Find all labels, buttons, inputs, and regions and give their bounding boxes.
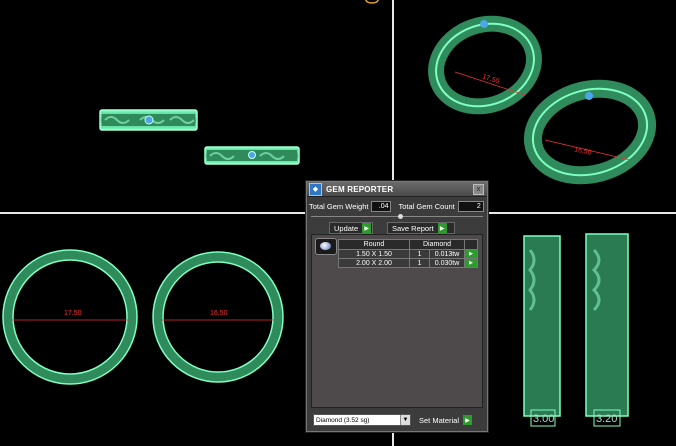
gem-size: 2.00 X 2.00 [338,258,410,268]
chevron-down-icon: ▼ [400,415,410,425]
set-material-button[interactable]: Set Material ▶ [417,415,473,425]
save-report-arrow-icon: ▶ [437,223,447,233]
total-count-field[interactable]: 2 [457,201,484,212]
total-weight-field[interactable]: .04 [371,201,392,212]
panel-footer: Diamond (3.52 sg) ▼ Set Material ▶ [313,414,473,426]
column-header-diamond: Diamond [409,239,465,250]
top-width-1: 3.00 [533,413,555,425]
panel-title: GEM REPORTER [326,184,394,194]
slider-track [311,216,483,217]
row-select-arrow-icon[interactable]: ▶ [464,249,478,259]
gem-size: 1.50 X 1.50 [338,249,410,259]
gem-reporter-panel: ◆ GEM REPORTER x Total Gem Weight .04 To… [306,181,488,432]
set-material-arrow-icon: ▶ [463,415,473,425]
top-view-bands [523,233,629,427]
totals-row: Total Gem Weight .04 Total Gem Count 2 [307,201,487,212]
total-count-label: Total Gem Count [398,202,455,211]
close-icon[interactable]: x [473,183,484,195]
table-row[interactable]: 2.00 X 2.00 1 0.030tw ▶ [338,258,478,268]
side-view-rings [2,249,284,385]
viewport-side[interactable]: 17.50 16.50 [0,214,306,446]
save-report-label: Save Report [392,223,434,233]
side-size-2: 16.50 [210,310,228,317]
panel-titlebar[interactable]: ◆ GEM REPORTER x [307,182,487,197]
panel-slider[interactable] [311,214,483,220]
gem-list-area: Round Diamond 1.50 X 1.50 1 0.013tw ▶ 2.… [311,234,483,408]
material-select-value: Diamond (3.52 sg) [316,416,370,424]
actions-row: Update ▶ Save Report ▶ [307,222,487,234]
total-weight-label: Total Gem Weight [309,202,369,211]
top-width-2: 3.20 [596,413,618,425]
gem-count: 1 [408,258,431,268]
gem-weight: 0.013tw [429,249,465,259]
update-button-label: Update [334,223,359,233]
table-row[interactable]: 1.50 X 1.50 1 0.013tw ▶ [338,249,478,259]
update-button[interactable]: Update ▶ [329,222,373,234]
material-select[interactable]: Diamond (3.52 sg) ▼ [313,414,411,426]
side-size-1: 17.50 [64,310,82,317]
update-arrow-icon: ▶ [362,223,372,233]
viewport-top[interactable]: 3.00 3.20 [488,214,676,446]
save-report-button[interactable]: Save Report ▶ [387,222,455,234]
set-material-label: Set Material [419,415,460,425]
gem-table: Round Diamond 1.50 X 1.50 1 0.013tw ▶ 2.… [338,239,478,268]
column-header-round: Round [338,239,410,250]
gem-count: 1 [408,249,431,259]
slider-thumb[interactable] [398,214,403,219]
diamond-gem-icon[interactable] [315,238,337,255]
gem-reporter-logo-icon: ◆ [309,182,322,196]
gem-weight: 0.030tw [429,258,465,268]
row-select-arrow-icon[interactable]: ▶ [464,258,478,268]
